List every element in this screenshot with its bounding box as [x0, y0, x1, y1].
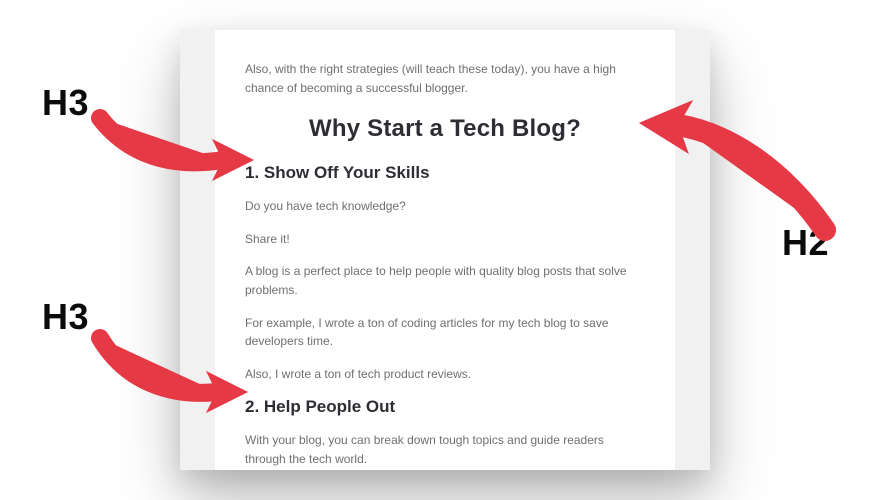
heading-h2: Why Start a Tech Blog? — [245, 115, 645, 143]
arrow-icon — [630, 95, 830, 245]
heading-h3-1: 1. Show Off Your Skills — [245, 163, 645, 183]
section2-p1: With your blog, you can break down tough… — [245, 431, 645, 468]
arrow-icon — [95, 108, 255, 178]
document-card-inner: Also, with the right strategies (will te… — [215, 30, 675, 470]
intro-paragraph: Also, with the right strategies (will te… — [245, 60, 645, 97]
arrow-icon — [95, 330, 255, 410]
section1-p5: Also, I wrote a ton of tech product revi… — [245, 365, 645, 384]
annotation-label-h3-2: H3 — [42, 296, 89, 338]
annotation-label-h3-1: H3 — [42, 82, 89, 124]
section1-p2: Share it! — [245, 230, 645, 249]
section1-p3: A blog is a perfect place to help people… — [245, 262, 645, 299]
section1-p4: For example, I wrote a ton of coding art… — [245, 314, 645, 351]
heading-h3-2: 2. Help People Out — [245, 397, 645, 417]
section1-p1: Do you have tech knowledge? — [245, 197, 645, 216]
